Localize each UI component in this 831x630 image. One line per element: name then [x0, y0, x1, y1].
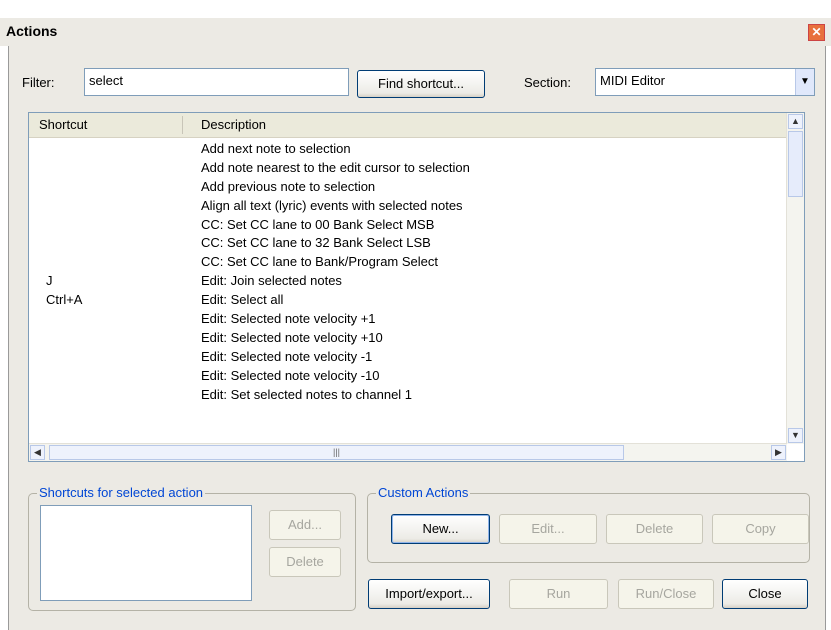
table-row[interactable]: Add previous note to selection — [29, 178, 787, 197]
custom-actions-group-title: Custom Actions — [376, 485, 471, 500]
row-description: CC: Set CC lane to Bank/Program Select — [201, 254, 438, 270]
row-description: Edit: Selected note velocity +10 — [201, 329, 383, 345]
row-description: Edit: Selected note velocity -10 — [201, 367, 380, 383]
shortcuts-list[interactable] — [40, 505, 252, 601]
row-shortcut: Ctrl+A — [46, 292, 83, 308]
table-row[interactable]: Edit: Selected note velocity +1 — [29, 310, 787, 329]
edit-custom-action-button[interactable]: Edit... — [499, 514, 597, 544]
close-icon[interactable]: ✕ — [808, 24, 825, 41]
section-value: MIDI Editor — [600, 73, 666, 88]
section-label: Section: — [524, 75, 571, 90]
list-header: Shortcut Description — [29, 113, 787, 138]
table-row[interactable]: Ctrl+A Edit: Select all — [29, 291, 787, 310]
row-description: Edit: Selected note velocity +1 — [201, 311, 376, 327]
window-title: Actions — [6, 23, 58, 39]
add-shortcut-button[interactable]: Add... — [269, 510, 341, 540]
run-button[interactable]: Run — [509, 579, 608, 609]
table-row[interactable]: CC: Set CC lane to 00 Bank Select MSB — [29, 216, 787, 235]
vertical-scroll-thumb[interactable] — [788, 131, 803, 197]
close-button[interactable]: Close — [722, 579, 808, 609]
shortcuts-group-title: Shortcuts for selected action — [37, 485, 206, 500]
table-row[interactable]: Add note nearest to the edit cursor to s… — [29, 159, 787, 178]
row-description: Edit: Set selected notes to channel 1 — [201, 386, 413, 402]
table-row[interactable]: Align all text (lyric) events with selec… — [29, 197, 787, 216]
horizontal-scroll-thumb[interactable]: ||| — [49, 445, 624, 460]
action-rows: Add next note to selection Add note near… — [29, 140, 787, 404]
column-header-shortcut[interactable]: Shortcut — [39, 117, 87, 132]
scroll-left-icon[interactable]: ◀ — [30, 445, 45, 460]
actions-list[interactable]: Shortcut Description Add next note to se… — [28, 112, 805, 462]
row-description: CC: Set CC lane to 32 Bank Select LSB — [201, 235, 431, 251]
table-row[interactable]: Edit: Selected note velocity -1 — [29, 348, 787, 367]
row-description: Add previous note to selection — [201, 178, 376, 194]
table-row[interactable]: Edit: Selected note velocity +10 — [29, 329, 787, 348]
copy-custom-action-button[interactable]: Copy — [712, 514, 809, 544]
scroll-right-icon[interactable]: ▶ — [771, 445, 786, 460]
title-bar[interactable]: Actions ✕ — [0, 18, 831, 46]
table-row[interactable]: Edit: Set selected notes to channel 1 — [29, 386, 787, 405]
row-description: Edit: Selected note velocity -1 — [201, 348, 373, 364]
chevron-down-icon[interactable]: ▼ — [795, 69, 814, 95]
filter-input[interactable]: select — [84, 68, 349, 96]
delete-custom-action-button[interactable]: Delete — [606, 514, 703, 544]
find-shortcut-button[interactable]: Find shortcut... — [357, 70, 485, 98]
column-header-description[interactable]: Description — [201, 117, 266, 132]
table-row[interactable]: Add next note to selection — [29, 140, 787, 159]
scroll-up-icon[interactable]: ▲ — [788, 114, 803, 129]
row-description: Edit: Select all — [201, 292, 284, 308]
row-description: CC: Set CC lane to 00 Bank Select MSB — [201, 216, 435, 232]
row-description: Add note nearest to the edit cursor to s… — [201, 159, 470, 175]
row-description: Align all text (lyric) events with selec… — [201, 197, 463, 213]
delete-shortcut-button[interactable]: Delete — [269, 547, 341, 577]
table-row[interactable]: J Edit: Join selected notes — [29, 272, 787, 291]
horizontal-scrollbar[interactable]: ◀ ||| ▶ — [29, 443, 787, 461]
table-row[interactable]: CC: Set CC lane to 32 Bank Select LSB — [29, 234, 787, 253]
row-description: Edit: Join selected notes — [201, 273, 342, 289]
table-row[interactable]: Edit: Selected note velocity -10 — [29, 367, 787, 386]
section-select[interactable]: MIDI Editor ▼ — [595, 68, 815, 96]
vertical-scrollbar[interactable]: ▲ ▼ — [786, 113, 804, 444]
actions-window: Actions ✕ Filter: select Find shortcut..… — [0, 0, 831, 630]
new-custom-action-button[interactable]: New... — [391, 514, 490, 544]
table-row[interactable]: CC: Set CC lane to Bank/Program Select — [29, 253, 787, 272]
row-description: Add next note to selection — [201, 141, 351, 156]
row-shortcut: J — [46, 273, 53, 289]
import-export-button[interactable]: Import/export... — [368, 579, 490, 609]
column-divider[interactable] — [182, 116, 183, 134]
run-close-button[interactable]: Run/Close — [618, 579, 714, 609]
filter-label: Filter: — [22, 75, 55, 90]
scroll-down-icon[interactable]: ▼ — [788, 428, 803, 443]
